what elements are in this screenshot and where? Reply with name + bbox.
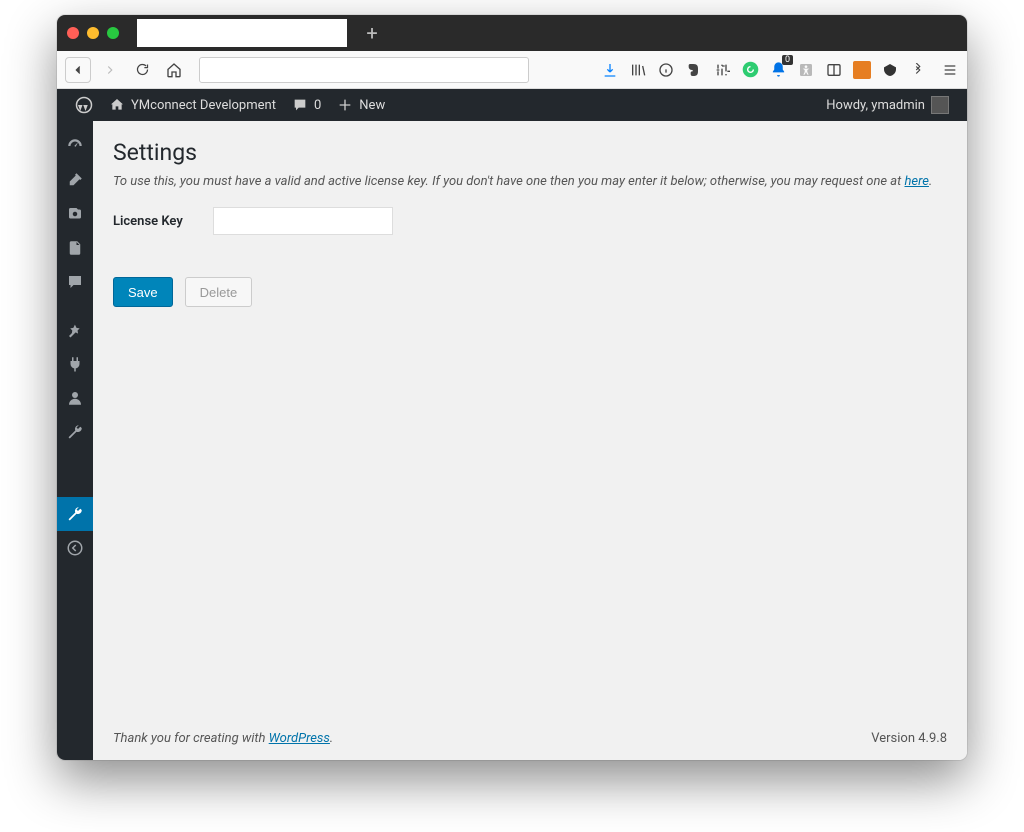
request-license-link[interactable]: here bbox=[904, 174, 928, 189]
sidebar-item-dashboard[interactable] bbox=[57, 129, 93, 163]
tab-bar: + bbox=[57, 15, 967, 51]
sidebar-item-current[interactable] bbox=[57, 497, 93, 531]
comments-link[interactable]: 0 bbox=[284, 89, 329, 121]
app1-icon[interactable] bbox=[853, 61, 871, 79]
avatar bbox=[931, 96, 949, 114]
wordpress-link[interactable]: WordPress bbox=[269, 731, 330, 746]
sidebar-item-tools[interactable] bbox=[57, 415, 93, 449]
footer-thanks: Thank you for creating with WordPress. bbox=[113, 731, 333, 746]
button-row: Save Delete bbox=[113, 277, 947, 307]
wp-footer: Thank you for creating with WordPress. V… bbox=[113, 713, 947, 760]
sidebar-item-users[interactable] bbox=[57, 381, 93, 415]
page-description: To use this, you must have a valid and a… bbox=[113, 174, 947, 189]
sidebar-item-media[interactable] bbox=[57, 197, 93, 231]
forward-button[interactable] bbox=[97, 57, 123, 83]
reader-icon[interactable] bbox=[825, 61, 843, 79]
home-button[interactable] bbox=[161, 57, 187, 83]
sidebar-item-appearance[interactable] bbox=[57, 313, 93, 347]
wp-version: Version 4.9.8 bbox=[871, 731, 947, 746]
browser-toolbar: 0 bbox=[57, 51, 967, 89]
back-button[interactable] bbox=[65, 57, 91, 83]
license-key-input[interactable] bbox=[213, 207, 393, 235]
notification-badge: 0 bbox=[782, 55, 793, 65]
sidebar-item-posts[interactable] bbox=[57, 163, 93, 197]
save-button[interactable]: Save bbox=[113, 277, 173, 307]
app2-icon[interactable] bbox=[881, 61, 899, 79]
toolbar-extensions: 0 bbox=[601, 61, 959, 79]
grammarly-icon[interactable] bbox=[741, 61, 759, 79]
window-controls bbox=[67, 27, 119, 39]
new-label: New bbox=[359, 98, 385, 113]
new-tab-button[interactable]: + bbox=[359, 20, 385, 46]
notification-icon[interactable]: 0 bbox=[769, 61, 787, 79]
close-window-icon[interactable] bbox=[67, 27, 79, 39]
browser-window: + bbox=[57, 15, 967, 760]
new-content-link[interactable]: New bbox=[329, 89, 393, 121]
library-icon[interactable] bbox=[629, 61, 647, 79]
overflow-icon[interactable] bbox=[909, 61, 927, 79]
url-bar[interactable] bbox=[199, 57, 529, 83]
minimize-window-icon[interactable] bbox=[87, 27, 99, 39]
sidebar-item-settings[interactable] bbox=[57, 449, 93, 483]
sidebar-item-collapse[interactable] bbox=[57, 531, 93, 565]
description-suffix: . bbox=[929, 174, 932, 189]
wp-body: Settings To use this, you must have a va… bbox=[57, 121, 967, 760]
tune-icon[interactable] bbox=[713, 61, 731, 79]
delete-button[interactable]: Delete bbox=[185, 277, 253, 307]
page-title: Settings bbox=[113, 139, 947, 166]
evernote-icon[interactable] bbox=[685, 61, 703, 79]
footer-thanks-suffix: . bbox=[330, 731, 333, 746]
download-icon[interactable] bbox=[601, 61, 619, 79]
sidebar-item-pages[interactable] bbox=[57, 231, 93, 265]
sidebar-item-plugins[interactable] bbox=[57, 347, 93, 381]
site-name-link[interactable]: YMconnect Development bbox=[101, 89, 284, 121]
user-greeting[interactable]: Howdy, ymadmin bbox=[818, 89, 957, 121]
site-name-label: YMconnect Development bbox=[131, 98, 276, 113]
info-icon[interactable] bbox=[657, 61, 675, 79]
description-text: To use this, you must have a valid and a… bbox=[113, 174, 904, 189]
menu-icon[interactable] bbox=[941, 61, 959, 79]
license-key-label: License Key bbox=[113, 214, 193, 229]
footer-thanks-prefix: Thank you for creating with bbox=[113, 731, 269, 746]
admin-sidebar bbox=[57, 121, 93, 760]
sidebar-item-comments[interactable] bbox=[57, 265, 93, 299]
wp-admin-bar: YMconnect Development 0 New Howdy, ymadm… bbox=[57, 89, 967, 121]
wp-logo[interactable] bbox=[67, 89, 101, 121]
greeting-label: Howdy, ymadmin bbox=[826, 98, 925, 113]
comments-count: 0 bbox=[314, 98, 321, 113]
license-key-row: License Key bbox=[113, 207, 947, 235]
reload-button[interactable] bbox=[129, 57, 155, 83]
content-area: Settings To use this, you must have a va… bbox=[93, 121, 967, 760]
browser-tab[interactable] bbox=[137, 19, 347, 47]
maximize-window-icon[interactable] bbox=[107, 27, 119, 39]
accessibility-icon[interactable] bbox=[797, 61, 815, 79]
